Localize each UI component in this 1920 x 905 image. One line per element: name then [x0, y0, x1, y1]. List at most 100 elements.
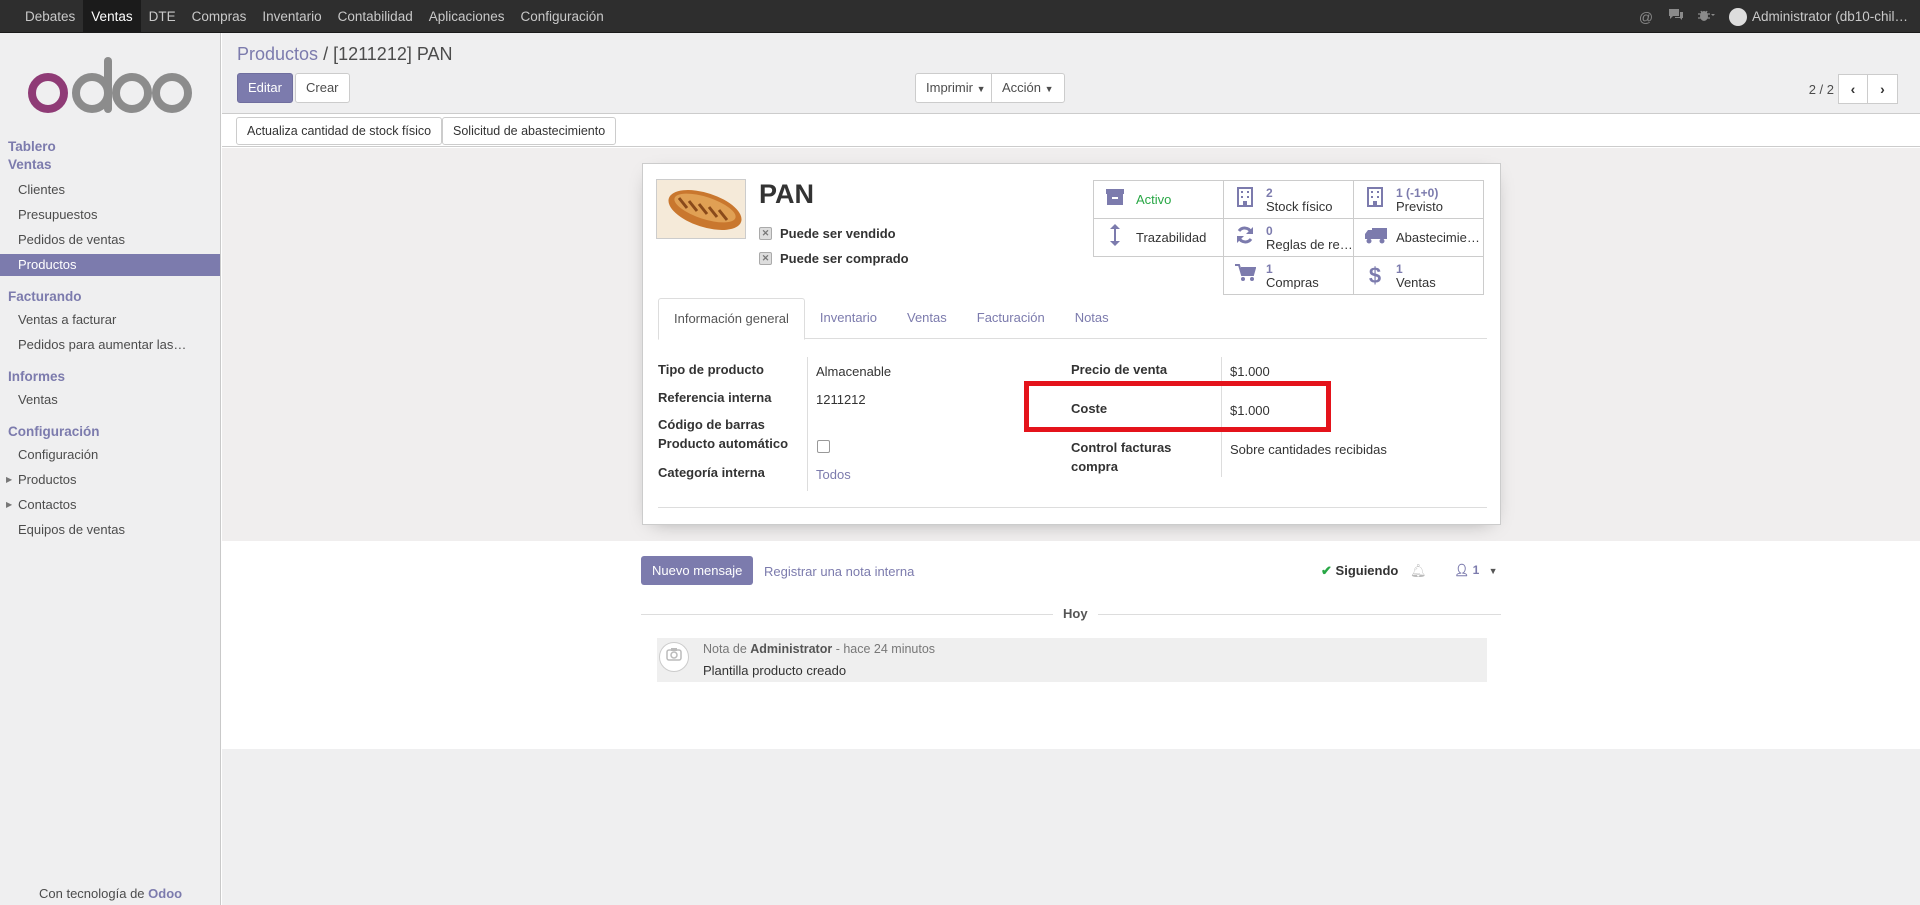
- pager-next-icon[interactable]: ›: [1868, 74, 1898, 104]
- topmenu-dte[interactable]: DTE: [141, 0, 184, 33]
- sidebar-item-config-productos[interactable]: ▶ Productos: [0, 469, 220, 491]
- pager: 2 / 2 ‹ ›: [1809, 74, 1898, 104]
- product-type-label: Tipo de producto: [658, 362, 764, 377]
- menu-section-facturando[interactable]: Facturando: [8, 289, 82, 304]
- sidebar-item-ventas-facturar[interactable]: Ventas a facturar: [0, 309, 220, 331]
- odoo-logo[interactable]: [26, 55, 192, 115]
- sales-label: Ventas: [1396, 275, 1436, 289]
- menu-section-informes[interactable]: Informes: [8, 369, 65, 384]
- action-dropdown[interactable]: Acción ▼: [991, 73, 1065, 103]
- followers-dropdown[interactable]: 👤︎ 1 ▼: [1454, 563, 1498, 577]
- procurement-request-button[interactable]: Solicitud de abastecimiento: [442, 117, 617, 145]
- sidebar-item-config-configuracion[interactable]: Configuración: [0, 444, 220, 466]
- product-image[interactable]: [656, 179, 746, 239]
- reorder-rules-button[interactable]: 0 Reglas de re…: [1223, 218, 1354, 257]
- sales-button[interactable]: $ 1 Ventas: [1353, 256, 1484, 295]
- reorder-rules-label: Reglas de re…: [1266, 237, 1353, 251]
- at-icon[interactable]: @: [1631, 9, 1661, 25]
- menu-section-configuracion[interactable]: Configuración: [8, 424, 100, 439]
- topmenu-inventario[interactable]: Inventario: [254, 0, 329, 33]
- purchases-count: 1: [1266, 262, 1273, 276]
- tab-inventario[interactable]: Inventario: [805, 298, 892, 339]
- topmenu-contabilidad[interactable]: Contabilidad: [330, 0, 421, 33]
- top-menu: Debates Ventas DTE Compras Inventario Co…: [17, 0, 612, 33]
- purchases-text: 1 Compras: [1266, 262, 1319, 290]
- dollar-icon: $: [1368, 262, 1382, 288]
- can-be-sold-checkbox[interactable]: ✕: [759, 227, 772, 240]
- log-note-link[interactable]: Registrar una nota interna: [764, 564, 914, 579]
- sidebar-item-informes-ventas[interactable]: Ventas: [0, 389, 220, 411]
- forecast-text: 1 (-1+0) Previsto: [1396, 186, 1443, 214]
- topmenu-compras[interactable]: Compras: [184, 0, 255, 33]
- powered-by-text: Con tecnología de: [39, 886, 145, 901]
- following-label: Siguiendo: [1335, 563, 1399, 578]
- tab-informacion-general[interactable]: Información general: [658, 298, 805, 340]
- purchase-control-label-line1: Control facturas: [1071, 440, 1172, 455]
- stock-button[interactable]: 2 Stock físico: [1223, 180, 1354, 219]
- form-statusbar: Actualiza cantidad de stock físico Solic…: [222, 114, 1920, 147]
- traceability-label: Trazabilidad: [1136, 231, 1207, 244]
- internal-category-link[interactable]: Todos: [816, 467, 851, 482]
- powered-by-link[interactable]: Odoo: [148, 886, 182, 901]
- breadcrumb-productos[interactable]: Productos: [237, 44, 318, 64]
- procurements-button[interactable]: Abastecimientos: [1353, 218, 1484, 257]
- menu-section-ventas[interactable]: Ventas: [8, 157, 52, 172]
- shopping-cart-icon: [1234, 264, 1257, 287]
- form-view: Actualiza cantidad de stock físico Solic…: [222, 114, 1920, 905]
- pager-previous-icon[interactable]: ‹: [1838, 74, 1868, 104]
- debug-bug-icon[interactable]: [1691, 8, 1721, 25]
- user-name: Administrator (db10-chil…: [1751, 9, 1908, 24]
- create-button[interactable]: Crear: [295, 73, 350, 103]
- field-separator: [807, 357, 808, 491]
- menu-section-tablero[interactable]: Tablero: [8, 139, 56, 154]
- update-stock-button[interactable]: Actualiza cantidad de stock físico: [236, 117, 443, 145]
- topmenu-ventas[interactable]: Ventas: [83, 0, 141, 33]
- notebook-tabs: Información general Inventario Ventas Fa…: [658, 298, 1487, 340]
- sidebar-item-pedidos-aumentar[interactable]: Pedidos para aumentar las…: [0, 334, 220, 356]
- active-toggle-button[interactable]: Activo: [1093, 180, 1224, 219]
- forecast-count: 1 (-1+0): [1396, 186, 1439, 200]
- tab-notas[interactable]: Notas: [1060, 298, 1124, 339]
- topmenu-configuracion[interactable]: Configuración: [513, 0, 612, 33]
- sidebar-item-label: Productos: [18, 472, 77, 487]
- edit-button[interactable]: Editar: [237, 73, 293, 103]
- sidebar-item-productos[interactable]: Productos: [0, 254, 220, 276]
- topmenu-debates[interactable]: Debates: [17, 0, 83, 33]
- purchases-button[interactable]: 1 Compras: [1223, 256, 1354, 295]
- sales-count: 1: [1396, 262, 1403, 276]
- forecast-button[interactable]: 1 (-1+0) Previsto: [1353, 180, 1484, 219]
- sidebar-item-pedidos-ventas[interactable]: Pedidos de ventas: [0, 229, 220, 251]
- user-avatar: [1728, 7, 1747, 26]
- can-be-purchased-field: ✕ Puede ser comprado: [759, 251, 909, 266]
- procurements-label: Abastecimientos: [1396, 231, 1483, 244]
- breadcrumb-current: [1211212] PAN: [333, 44, 453, 64]
- sidebar: Tablero Ventas Clientes Presupuestos Ped…: [0, 33, 221, 905]
- traceability-button[interactable]: Trazabilidad: [1093, 218, 1224, 257]
- topmenu-aplicaciones[interactable]: Aplicaciones: [421, 0, 513, 33]
- caret-down-icon: ▼: [1044, 84, 1054, 94]
- bell-icon[interactable]: 🔔︎: [1410, 563, 1427, 578]
- message-prefix: Nota de: [703, 642, 747, 656]
- sidebar-item-clientes[interactable]: Clientes: [0, 179, 220, 201]
- chat-icon[interactable]: [1661, 8, 1691, 25]
- smart-button-box: Activo 2 Stock físico 1 (-1+0) Previsto …: [1093, 180, 1487, 297]
- reorder-rules-count: 0: [1266, 224, 1273, 238]
- tab-ventas[interactable]: Ventas: [892, 298, 962, 339]
- message-author[interactable]: Administrator: [750, 642, 832, 656]
- internal-category-label: Categoría interna: [658, 465, 765, 480]
- highlight-rectangle: [1024, 381, 1331, 432]
- pager-value[interactable]: 2 / 2: [1809, 82, 1834, 97]
- new-message-button[interactable]: Nuevo mensaje: [641, 556, 754, 585]
- sales-text: 1 Ventas: [1396, 262, 1436, 290]
- purchase-control-value: Sobre cantidades recibidas: [1230, 442, 1387, 457]
- sidebar-item-config-equipos[interactable]: Equipos de ventas: [0, 519, 220, 541]
- can-be-purchased-checkbox[interactable]: ✕: [759, 252, 772, 265]
- sidebar-item-config-contactos[interactable]: ▶ Contactos: [0, 494, 220, 516]
- auto-product-label: Producto automático: [658, 436, 789, 451]
- follow-button[interactable]: ✔ Siguiendo 🔔︎: [1321, 563, 1427, 579]
- print-dropdown[interactable]: Imprimir ▼: [915, 73, 997, 103]
- user-menu[interactable]: Administrator (db10-chil…: [1721, 7, 1920, 26]
- sidebar-item-presupuestos[interactable]: Presupuestos: [0, 204, 220, 226]
- auto-product-checkbox[interactable]: [817, 440, 830, 453]
- tab-facturacion[interactable]: Facturación: [962, 298, 1060, 339]
